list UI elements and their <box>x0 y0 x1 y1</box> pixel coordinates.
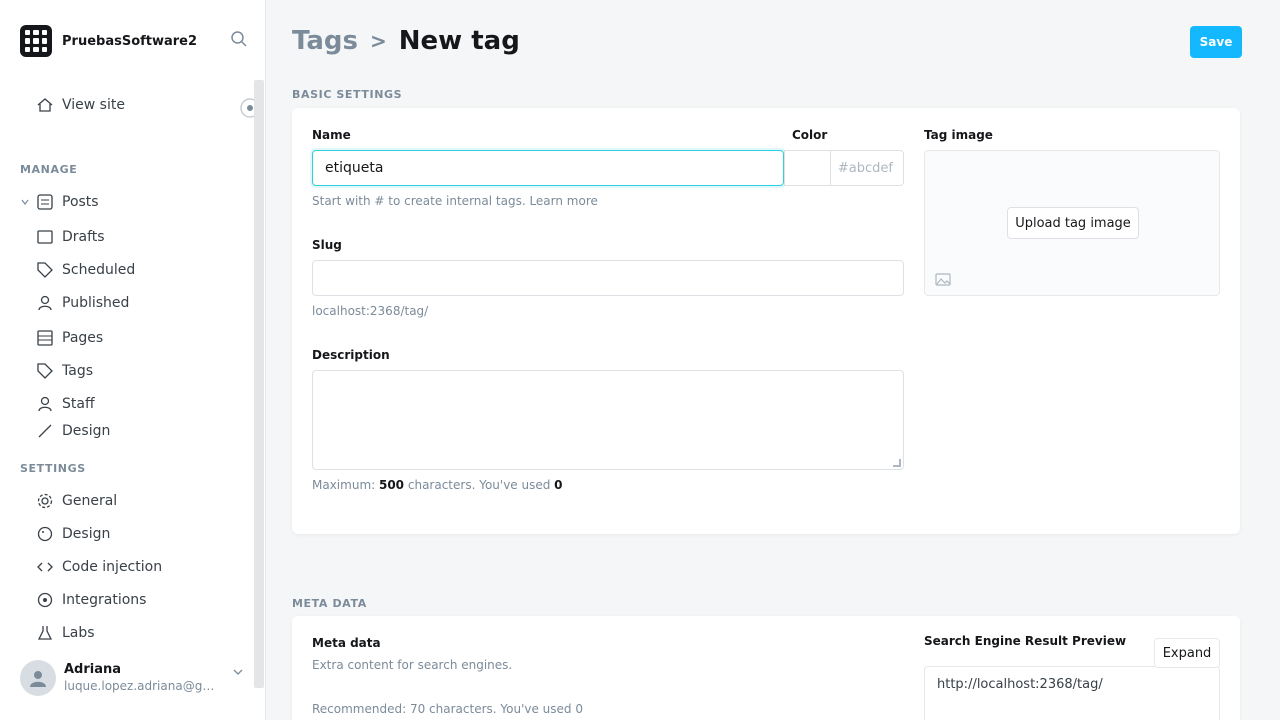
hint-max: 500 <box>378 478 405 492</box>
hint-suffix: characters. You've used <box>404 478 555 492</box>
color-input[interactable]: #abcdef <box>830 150 904 186</box>
sidebar-scrollbar[interactable] <box>254 80 264 688</box>
image-icon <box>935 273 951 286</box>
sidebar-item-label: Drafts <box>62 229 105 245</box>
seo-preview-label: Search Engine Result Preview <box>924 634 1127 648</box>
palette-icon <box>37 526 53 542</box>
sidebar-item-label: Integrations <box>62 592 147 608</box>
sidebar: PruebasSoftware2 View site MANAGE Posts … <box>0 0 266 720</box>
user-menu[interactable]: Adriana luque.lopez.adriana@gm... <box>20 652 250 704</box>
sidebar-item-label: Posts <box>62 194 99 210</box>
code-icon <box>37 562 53 572</box>
settings-section-label: SETTINGS <box>20 462 86 475</box>
gear-icon <box>37 493 53 509</box>
sidebar-item-design[interactable]: Design <box>36 420 110 442</box>
color-swatch[interactable] <box>784 150 830 186</box>
sidebar-item-label: Design <box>62 526 111 542</box>
drafts-icon <box>37 230 53 244</box>
sidebar-item-label: Design <box>62 423 111 439</box>
search-icon[interactable] <box>230 30 248 48</box>
main-content: Tags > New tag Save BASIC SETTINGS Name … <box>266 0 1280 720</box>
sidebar-item-code-injection[interactable]: Code injection <box>36 556 162 578</box>
slug-input[interactable] <box>312 260 904 296</box>
sidebar-item-label: Code injection <box>62 559 163 575</box>
meta-data-label: Meta data <box>312 636 381 650</box>
name-input-value: etiqueta <box>325 160 384 176</box>
seo-preview-url: http://localhost:2368/tag/ <box>937 677 1103 692</box>
integrations-icon <box>37 592 53 608</box>
brush-icon <box>38 424 52 438</box>
avatar <box>20 660 56 696</box>
sidebar-item-label: General <box>62 493 118 509</box>
sidebar-item-design-settings[interactable]: Design <box>36 523 110 545</box>
view-site-link[interactable]: View site <box>36 94 125 116</box>
sidebar-item-label: Scheduled <box>62 262 136 278</box>
sidebar-item-scheduled[interactable]: Scheduled <box>36 259 135 281</box>
resize-handle-icon[interactable] <box>893 459 901 467</box>
sidebar-item-posts[interactable]: Posts <box>36 191 99 213</box>
home-icon <box>37 98 53 112</box>
save-button[interactable]: Save <box>1190 26 1242 58</box>
sidebar-item-published[interactable]: Published <box>36 292 129 314</box>
sidebar-item-label: Tags <box>62 363 93 379</box>
seo-preview: http://localhost:2368/tag/ <box>924 666 1220 720</box>
name-label: Name <box>312 128 351 142</box>
sidebar-item-integrations[interactable]: Integrations <box>36 589 146 611</box>
chevron-down-icon <box>233 669 243 675</box>
slug-url: localhost:2368/tag/ <box>312 304 429 318</box>
color-label: Color <box>792 128 828 142</box>
breadcrumb-parent[interactable]: Tags <box>292 26 358 56</box>
user-email: luque.lopez.adriana@gm... <box>64 679 224 693</box>
sidebar-item-staff[interactable]: Staff <box>36 393 95 415</box>
meta-title-hint: Recommended: 70 characters. You've used … <box>312 702 583 716</box>
expand-button[interactable]: Expand <box>1154 638 1220 668</box>
sidebar-item-drafts[interactable]: Drafts <box>36 226 105 248</box>
chevron-down-icon[interactable] <box>20 197 30 207</box>
breadcrumb: Tags > New tag <box>292 26 520 56</box>
sidebar-item-label: Published <box>62 295 130 311</box>
tag-image-dropzone[interactable]: Upload tag image <box>924 150 1220 296</box>
breadcrumb-separator: > <box>370 29 387 53</box>
sidebar-item-pages[interactable]: Pages <box>36 327 103 349</box>
user-name: Adriana <box>64 662 122 677</box>
pages-icon <box>37 330 53 346</box>
sidebar-item-general[interactable]: General <box>36 490 117 512</box>
upload-tag-image-button[interactable]: Upload tag image <box>1007 207 1139 239</box>
tag-icon <box>37 363 53 379</box>
staff-icon <box>38 396 52 412</box>
meta-data-hint: Extra content for search engines. <box>312 658 513 672</box>
page-title: New tag <box>398 26 520 56</box>
basic-settings-card: Name etiqueta Start with # to create int… <box>292 108 1240 534</box>
manage-section-label: MANAGE <box>20 163 78 176</box>
name-input[interactable]: etiqueta <box>312 150 784 186</box>
meta-data-card: Meta data Extra content for search engin… <box>292 616 1240 720</box>
flask-icon <box>37 626 53 640</box>
view-site-label: View site <box>62 97 125 113</box>
posts-icon <box>37 194 53 210</box>
name-hint: Start with # to create internal tags. Le… <box>312 194 598 208</box>
basic-settings-title: BASIC SETTINGS <box>292 88 403 101</box>
hint-used: 0 <box>554 478 563 492</box>
description-label: Description <box>312 348 390 362</box>
sidebar-item-tags[interactable]: Tags <box>36 360 93 382</box>
description-hint: Maximum: 500 characters. You've used 0 <box>312 478 563 492</box>
sidebar-item-label: Labs <box>62 625 95 641</box>
user-icon <box>30 671 46 687</box>
sidebar-item-labs[interactable]: Labs <box>36 622 95 644</box>
meta-data-title: META DATA <box>292 597 367 610</box>
tag-icon <box>37 262 53 278</box>
sidebar-item-label: Staff <box>62 396 95 412</box>
staff-icon <box>38 295 52 311</box>
site-logo-icon[interactable] <box>20 25 52 57</box>
site-name[interactable]: PruebasSoftware2 <box>62 34 197 49</box>
site-header: PruebasSoftware2 <box>20 24 250 58</box>
description-textarea[interactable] <box>312 370 904 470</box>
slug-label: Slug <box>312 238 342 252</box>
tag-image-label: Tag image <box>924 128 993 142</box>
hint-prefix: Maximum: <box>312 478 379 492</box>
sidebar-item-label: Pages <box>62 330 104 346</box>
